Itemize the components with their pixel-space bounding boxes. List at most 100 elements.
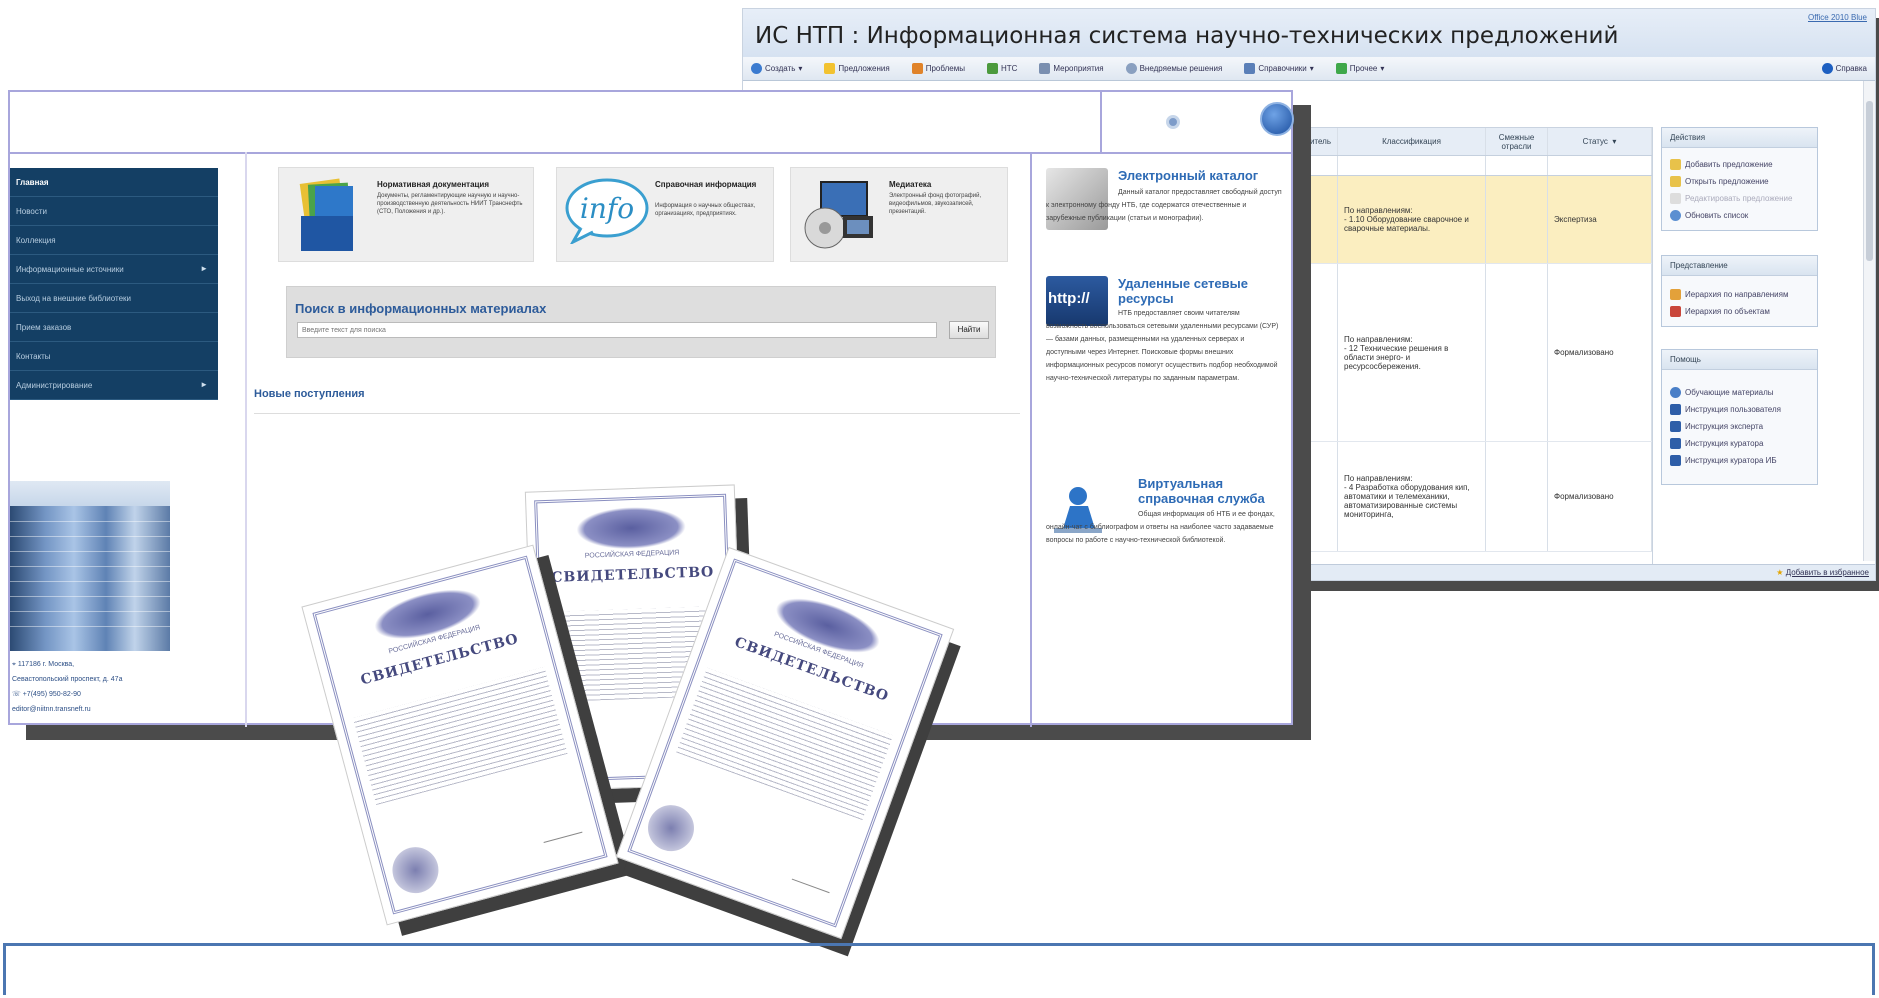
chevron-down-icon: ▾ (1309, 64, 1314, 73)
building-photo (10, 481, 170, 651)
search-button[interactable]: Найти (949, 321, 989, 339)
filter-field[interactable] (1338, 156, 1486, 175)
phone-icon: ☏ (12, 691, 21, 698)
info-logo-text: info (580, 192, 634, 225)
edit-icon (1670, 193, 1681, 204)
cross-icon (1335, 63, 1347, 74)
catalog-link[interactable]: Электронный каталог (1118, 168, 1278, 183)
tile-description: Электронный фонд фотографий, видеофильмо… (889, 193, 982, 215)
tile-normative-docs[interactable]: Нормативная документация Документы, регл… (278, 167, 534, 262)
star-icon: ★ (1776, 568, 1784, 577)
tile-media-library[interactable]: Медиатека Электронный фонд фотографий, в… (790, 167, 1008, 262)
table-row[interactable]: По направлениям: - 1.10 Оборудование сва… (1284, 176, 1652, 264)
help-icon (1670, 387, 1681, 398)
curator-ib-manual-link[interactable]: Инструкция куратора ИБ (1662, 452, 1817, 469)
column-header[interactable]: Статус ▾ (1548, 128, 1652, 155)
document-icon (1670, 421, 1681, 432)
toolbar-problems-button[interactable]: Проблемы (911, 63, 965, 74)
toolbar-directories-button[interactable]: Справочники ▾ (1244, 63, 1314, 74)
toolbar-nts-button[interactable]: НТС (986, 63, 1017, 74)
status-cell: Формализовано (1548, 264, 1652, 441)
chevron-right-icon: ► (200, 380, 208, 389)
nav-item-contacts[interactable]: Контакты (10, 342, 218, 371)
theme-link[interactable]: Office 2010 Blue (1808, 13, 1867, 22)
panel-title: Помощь (1662, 350, 1817, 370)
nav-item-info-sources[interactable]: Информационные источники ► (10, 255, 218, 284)
remote-resources-link[interactable]: Удаленные сетевые ресурсы (1118, 276, 1278, 306)
expert-manual-link[interactable]: Инструкция эксперта (1662, 418, 1817, 435)
table-row[interactable]: По направлениям: - 4 Разработка оборудов… (1284, 442, 1652, 552)
nav-item-home[interactable]: Главная (10, 168, 218, 197)
table-row[interactable]: По направлениям: - 12 Технические решени… (1284, 264, 1652, 442)
add-proposal-link[interactable]: Добавить предложение (1662, 156, 1817, 173)
catalog-description: Данный каталог предоставляет свободный д… (1046, 189, 1282, 222)
book-icon (1244, 63, 1256, 74)
refresh-list-link[interactable]: Обновить список (1662, 207, 1817, 224)
open-proposal-link[interactable]: Открыть предложение (1662, 173, 1817, 190)
classification-cell: По направлениям: - 1.10 Оборудование сва… (1338, 176, 1486, 263)
hierarchy-objects-link[interactable]: Иерархия по объектам (1662, 303, 1817, 320)
nav-item-admin[interactable]: Администрирование ► (10, 371, 218, 400)
scrollbar-thumb[interactable] (1866, 101, 1873, 261)
tile-title: Справочная информация (655, 180, 757, 189)
remote-resources-description: НТБ предоставляет своим читателям возмож… (1046, 310, 1279, 382)
nav-item-collection[interactable]: Коллекция (10, 226, 218, 255)
curator-manual-link[interactable]: Инструкция куратора (1662, 435, 1817, 452)
globe-icon[interactable] (1260, 102, 1294, 136)
refresh-icon (1670, 210, 1681, 221)
add-icon (1670, 159, 1681, 170)
tile-description: Документы, регламентирующие научную и на… (377, 193, 523, 215)
info-bubble-icon: info (565, 178, 649, 244)
filter-field[interactable] (1486, 156, 1548, 175)
column-header[interactable]: Классификация (1338, 128, 1486, 155)
toolbar-proposals-button[interactable]: Предложения (824, 63, 890, 74)
settings-icon[interactable] (1166, 115, 1180, 129)
add-favorites-link[interactable]: Добавить в избранное (1786, 568, 1869, 577)
toolbar-solutions-button[interactable]: Внедряемые решения (1125, 63, 1222, 74)
location-icon: ⌖ (12, 661, 16, 668)
toolbar-events-button[interactable]: Мероприятия (1039, 63, 1104, 74)
edit-proposal-link[interactable]: Редактировать предложение (1662, 190, 1817, 207)
warning-icon (911, 63, 923, 74)
column-header[interactable]: Смежные отрасли (1486, 128, 1548, 155)
tile-reference-info[interactable]: info Справочная информация Информация о … (556, 167, 774, 262)
portal-header (10, 92, 1294, 154)
open-icon (1670, 176, 1681, 187)
classification-cell: По направлениям: - 4 Разработка оборудов… (1338, 442, 1486, 551)
nav-item-external-libraries[interactable]: Выход на внешние библиотеки (10, 284, 218, 313)
chevron-down-icon: ▾ (1612, 137, 1617, 146)
people-icon (986, 63, 998, 74)
classification-cell: По направлениям: - 12 Технические решени… (1338, 264, 1486, 441)
divider (254, 413, 1020, 414)
new-arrivals-title: Новые поступления (254, 388, 365, 400)
phone-number: +7(495) 950-82-90 (22, 691, 81, 698)
main-nav: Главная Новости Коллекция Информационные… (10, 168, 218, 400)
document-icon (1670, 455, 1681, 466)
nav-item-orders[interactable]: Прием заказов (10, 313, 218, 342)
bottom-frame (3, 943, 1875, 995)
hierarchy-directions-link[interactable]: Иерархия по направлениям (1662, 286, 1817, 303)
tile-description: Информация о научных обществах, организа… (655, 203, 756, 217)
ntp-toolbar: Создать ▾ Предложения Проблемы НТС Меропр… (743, 57, 1875, 81)
nav-item-news[interactable]: Новости (10, 197, 218, 226)
tile-title: Нормативная документация (377, 180, 490, 189)
filter-field[interactable] (1548, 156, 1652, 175)
email-link[interactable]: editor@niitnn.transneft.ru (12, 702, 122, 717)
plus-icon (751, 63, 762, 74)
vertical-scrollbar[interactable] (1863, 81, 1875, 561)
search-input[interactable] (297, 322, 937, 338)
training-materials-link[interactable]: Обучающие материалы (1662, 384, 1817, 401)
toolbar-other-button[interactable]: Прочее ▾ (1335, 63, 1384, 74)
panel-title: Представление (1662, 256, 1817, 276)
toolbar-create-button[interactable]: Создать ▾ (751, 63, 802, 74)
document-icon (1670, 438, 1681, 449)
column-divider (245, 152, 247, 727)
user-manual-link[interactable]: Инструкция пользователя (1662, 401, 1817, 418)
virtual-help-link[interactable]: Виртуальная справочная служба (1138, 476, 1278, 506)
info-icon (1821, 63, 1833, 74)
media-icon (804, 181, 873, 249)
chevron-right-icon: ► (200, 264, 208, 273)
help-button[interactable]: Справка (1821, 63, 1867, 74)
objects-icon (1670, 306, 1681, 317)
chevron-down-icon: ▾ (798, 64, 803, 73)
